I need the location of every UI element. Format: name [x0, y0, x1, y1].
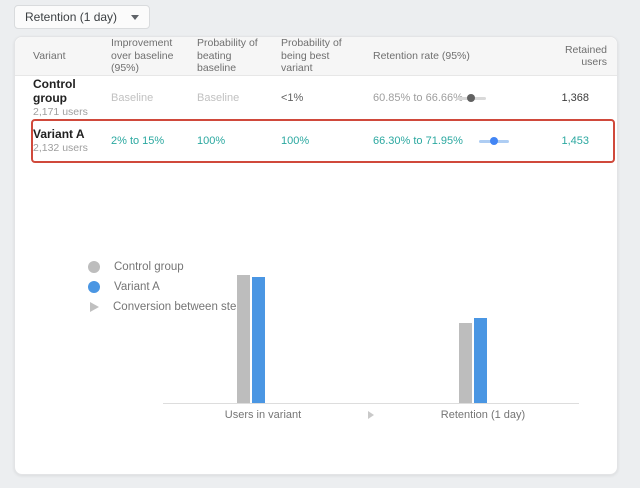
variant-name: Variant A — [33, 127, 85, 141]
category-label-users: Users in variant — [163, 409, 363, 421]
ab-test-results-page: { "colors": { "accent_teal": "#2ba8a0", … — [0, 0, 640, 488]
category-label-retention: Retention (1 day) — [379, 409, 587, 421]
improvement-value: 2% to 15% — [111, 119, 197, 162]
legend-circle-icon — [88, 281, 100, 293]
table-row-variant-a[interactable]: Variant A 2,132 users 2% to 15% 100% 100… — [15, 119, 617, 162]
retention-rate-value: 66.30% to 71.95% — [373, 135, 463, 147]
legend-label: Conversion between steps — [113, 301, 249, 313]
variant-user-count: 2,132 users — [33, 142, 88, 155]
ci-dot — [467, 94, 475, 102]
conversion-step-icon — [368, 411, 374, 419]
bar-control-retention — [459, 323, 472, 404]
variant-name-cell: Variant A 2,132 users — [33, 119, 111, 162]
legend-label: Control group — [114, 261, 184, 273]
variant-name-cell: Control group 2,171 users — [33, 76, 111, 119]
header-prob-beating: Probability of beating baseline — [197, 37, 281, 75]
legend-item-variant-a: Variant A — [88, 281, 249, 293]
prob-best-value: 100% — [281, 119, 373, 162]
bar-control-users — [237, 275, 250, 404]
table-row-control-group[interactable]: Control group 2,171 users Baseline Basel… — [15, 76, 617, 119]
bar-variant-a-retention — [474, 318, 487, 404]
ci-dot — [490, 137, 498, 145]
chart-legend: Control group Variant A Conversion betwe… — [88, 261, 249, 321]
header-variant: Variant — [33, 37, 111, 75]
improvement-value: Baseline — [111, 76, 197, 119]
retained-users-value: 1,453 — [549, 119, 617, 162]
confidence-interval-plot — [479, 136, 509, 146]
header-retained-users: Retained users — [549, 37, 617, 75]
prob-beating-value: Baseline — [197, 76, 281, 119]
retention-rate-value: 60.85% to 66.66% — [373, 92, 463, 104]
variant-name: Control group — [33, 77, 111, 105]
results-card: Variant Improvement over baseline (95%) … — [14, 36, 618, 475]
retained-users-value: 1,368 — [549, 76, 617, 119]
legend-label: Variant A — [114, 281, 160, 293]
table-header-row: Variant Improvement over baseline (95%) … — [15, 37, 617, 76]
confidence-interval-plot — [456, 93, 486, 103]
retention-rate-cell: 66.30% to 71.95% — [373, 119, 549, 162]
prob-beating-value: 100% — [197, 119, 281, 162]
legend-triangle-icon — [90, 302, 99, 312]
header-prob-best: Probability of being best variant — [281, 37, 373, 75]
legend-item-control: Control group — [88, 261, 249, 273]
header-retention-rate: Retention rate (95%) — [373, 37, 549, 75]
chevron-down-icon — [131, 15, 139, 20]
x-axis-line — [163, 403, 579, 404]
header-improvement: Improvement over baseline (95%) — [111, 37, 197, 75]
legend-circle-icon — [88, 261, 100, 273]
metric-dropdown-value: Retention (1 day) — [25, 10, 117, 24]
retention-rate-cell: 60.85% to 66.66% — [373, 76, 549, 119]
prob-best-value: <1% — [281, 76, 373, 119]
variant-user-count: 2,171 users — [33, 106, 88, 119]
bar-variant-a-users — [252, 277, 265, 404]
metric-dropdown[interactable]: Retention (1 day) — [14, 5, 150, 29]
legend-item-conversion: Conversion between steps — [88, 301, 249, 313]
